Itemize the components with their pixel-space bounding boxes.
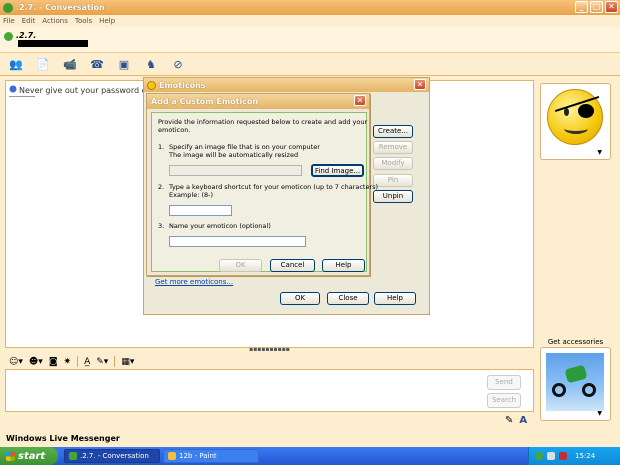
activities-icon[interactable]: ▣: [116, 57, 132, 73]
get-more-emoticons-link[interactable]: Get more emoticons...: [155, 278, 233, 286]
emoticon-name-input[interactable]: [169, 236, 306, 247]
custom-emoticon-close-icon[interactable]: ✕: [354, 95, 366, 106]
step2-text: Type a keyboard shortcut for your emotic…: [169, 183, 379, 191]
windows-logo-icon: [6, 451, 15, 461]
custom-help-button[interactable]: Help: [322, 259, 365, 272]
step3-number: 3.: [158, 222, 165, 230]
custom-ok-button[interactable]: OK: [219, 259, 262, 272]
taskbar-item-conversation[interactable]: .2.7. - Conversation: [64, 449, 160, 463]
step1-number: 1.: [158, 143, 165, 151]
maximize-button[interactable]: □: [590, 1, 603, 13]
send-file-icon[interactable]: 📄: [35, 57, 51, 73]
custom-emoticon-title-bar[interactable]: Add a Custom Emoticon: [147, 94, 369, 109]
unpin-button[interactable]: Unpin: [373, 190, 413, 203]
title-bar[interactable]: .2.7. - Conversation _ □ ✕: [0, 0, 620, 15]
modify-button[interactable]: Modify: [373, 157, 413, 170]
webcam-icon[interactable]: 📹: [62, 57, 78, 73]
find-image-button[interactable]: Find Image...: [311, 164, 364, 177]
paint-icon: [168, 452, 176, 460]
messenger-icon: [69, 452, 77, 460]
menu-file[interactable]: File: [3, 17, 15, 25]
pen-icon[interactable]: ✎: [505, 415, 513, 426]
step2-number: 2.: [158, 183, 165, 191]
menu-actions[interactable]: Actions: [42, 17, 68, 25]
action-toolbar: 👥 📄 📹 ☎ ▣ ♞ ⊘: [0, 54, 620, 76]
add-custom-emoticon-dialog: Add a Custom Emoticon ✕ Provide the info…: [146, 93, 378, 276]
emoticons-ok-button[interactable]: OK: [280, 292, 320, 305]
clock: 15:24: [575, 452, 596, 460]
handwriting-icon[interactable]: ✎▾: [96, 357, 108, 367]
text-mode-icon[interactable]: A: [519, 415, 527, 426]
invite-contact-icon[interactable]: 👥: [8, 57, 24, 73]
menu-edit[interactable]: Edit: [22, 17, 36, 25]
message-input[interactable]: Send Search: [5, 369, 534, 412]
image-path-field: [169, 165, 302, 176]
chevron-down-icon[interactable]: ▼: [597, 149, 602, 156]
menu-help[interactable]: Help: [99, 17, 115, 25]
intro-text-cont: emoticon.: [158, 126, 191, 134]
step1-hint: The image will be automatically resized: [169, 151, 299, 159]
start-button[interactable]: start: [0, 447, 58, 465]
info-icon: [9, 85, 17, 93]
emoticon-icon: [147, 80, 156, 90]
accessories-label[interactable]: Get accessories: [540, 338, 611, 346]
custom-emoticon-title: Add a Custom Emoticon: [151, 97, 259, 106]
remove-button[interactable]: Remove: [373, 141, 413, 154]
messenger-icon: [3, 2, 13, 13]
font-icon[interactable]: A̲: [84, 357, 90, 367]
close-button[interactable]: ✕: [605, 1, 618, 13]
call-icon[interactable]: ☎: [89, 57, 105, 73]
motocross-image: [546, 353, 604, 411]
menu-tools[interactable]: Tools: [75, 17, 92, 25]
taskbar-item-paint[interactable]: 12b - Paint: [163, 449, 259, 463]
emoticons-dialog-title: Emoticons: [159, 80, 206, 90]
menu-bar: File Edit Actions Tools Help: [0, 15, 620, 27]
contact-display-picture[interactable]: ▼: [540, 83, 611, 160]
wink-icon[interactable]: ☻▾: [29, 357, 43, 367]
minimize-button[interactable]: _: [575, 1, 588, 13]
separator: [114, 356, 116, 367]
contact-header: .2.7.: [0, 27, 620, 53]
emoticons-dialog-title-bar[interactable]: Emoticons: [144, 78, 429, 92]
create-button[interactable]: Create...: [373, 125, 413, 138]
voice-clip-icon[interactable]: ◙: [49, 357, 58, 367]
window-title: .2.7. - Conversation: [16, 3, 105, 12]
background-icon[interactable]: ▦▾: [121, 357, 134, 367]
taskbar: start .2.7. - Conversation 12b - Paint E…: [0, 447, 620, 465]
step3-text: Name your emoticon (optional): [169, 222, 271, 230]
search-button[interactable]: Search: [487, 393, 521, 408]
pirate-smiley-image: [547, 89, 603, 145]
redacted-personal-message: [18, 40, 88, 47]
step1-text: Specify an image file that is on your co…: [169, 143, 320, 151]
shortcut-input[interactable]: [169, 205, 232, 216]
games-icon[interactable]: ♞: [143, 57, 159, 73]
antivirus-tray-icon[interactable]: [559, 452, 567, 460]
emoticon-picker-icon[interactable]: ☺▾: [9, 357, 23, 367]
security-warning: Never give out your password or cr: [9, 85, 160, 95]
custom-cancel-button[interactable]: Cancel: [270, 259, 315, 272]
status-label: Windows Live Messenger: [6, 434, 120, 443]
emoticons-help-button[interactable]: Help: [374, 292, 416, 305]
online-status-icon: [4, 32, 13, 41]
contact-name[interactable]: .2.7.: [16, 31, 36, 40]
security-tray-icon[interactable]: [547, 452, 555, 460]
chevron-down-icon[interactable]: ▼: [597, 410, 602, 417]
separator: [77, 356, 79, 367]
emoticons-close-button[interactable]: Close: [327, 292, 369, 305]
my-display-picture[interactable]: ▼: [540, 347, 611, 421]
send-button[interactable]: Send: [487, 375, 521, 390]
emoticons-close-icon[interactable]: ✕: [414, 79, 426, 90]
custom-emoticon-form: Provide the information requested below …: [151, 112, 378, 272]
format-toolbar: ☺▾ ☻▾ ◙ ✷ A̲ ✎▾ ▦▾: [5, 354, 534, 369]
block-icon[interactable]: ⊘: [170, 57, 186, 73]
step2-hint: Example: (8-): [169, 191, 214, 199]
pin-button[interactable]: Pin: [373, 174, 413, 187]
system-tray: 15:24: [528, 447, 620, 465]
nudge-icon[interactable]: ✷: [64, 357, 72, 367]
intro-text: Provide the information requested below …: [158, 118, 368, 126]
divider: [9, 96, 35, 97]
messenger-tray-icon[interactable]: [535, 452, 543, 460]
input-mode-icons: ✎ A: [505, 415, 527, 426]
